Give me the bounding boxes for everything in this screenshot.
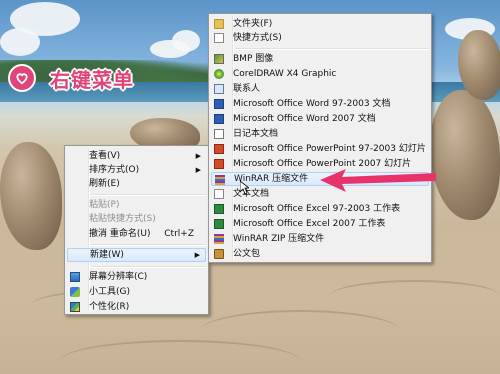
- gadgets-icon: [70, 287, 80, 297]
- menu-item-label: 撤消 重命名(U): [89, 229, 151, 239]
- menu-item-personalize[interactable]: 个性化(R): [67, 300, 206, 314]
- personalize-icon: [70, 302, 80, 312]
- submenu-arrow-icon: ▶: [194, 251, 200, 259]
- menu-item-label: 粘贴(P): [89, 200, 120, 210]
- submenu-item-ppt-97[interactable]: Microsoft Office PowerPoint 97-2003 幻灯片: [211, 142, 429, 156]
- new-submenu: 文件夹(F) 快捷方式(S) BMP 图像 CorelDRAW X4 Graph…: [208, 13, 432, 263]
- menu-separator: [91, 244, 206, 246]
- menu-item-screen-resolution[interactable]: 屏幕分辨率(C): [67, 270, 206, 284]
- menu-item-label: Microsoft Office Excel 97-2003 工作表: [233, 204, 401, 214]
- excel-xls-icon: [214, 204, 224, 214]
- word-doc-icon: [214, 99, 224, 109]
- submenu-item-winrar-zip[interactable]: WinRAR ZIP 压缩文件: [211, 232, 429, 246]
- menu-item-label: 查看(V): [89, 151, 121, 161]
- coreldraw-icon: [214, 69, 224, 79]
- menu-item-label: Microsoft Office Word 2007 文档: [233, 114, 376, 124]
- winrar-icon: [215, 175, 225, 185]
- page-title: 右键菜单: [50, 68, 134, 92]
- menu-item-label: 文本文档: [233, 189, 270, 199]
- menu-item-paste[interactable]: 粘贴(P): [67, 198, 206, 212]
- menu-item-label: WinRAR ZIP 压缩文件: [233, 234, 325, 244]
- submenu-item-excel-2007[interactable]: Microsoft Office Excel 2007 工作表: [211, 217, 429, 231]
- menu-item-label: 屏幕分辨率(C): [89, 272, 148, 282]
- menu-item-sort-by[interactable]: 排序方式(O) ▶: [67, 163, 206, 177]
- excel-xlsx-icon: [214, 219, 224, 229]
- menu-item-label: Microsoft Office Excel 2007 工作表: [233, 219, 386, 229]
- menu-item-label: Microsoft Office Word 97-2003 文档: [233, 99, 391, 109]
- winrar-zip-icon: [214, 234, 224, 244]
- word-docx-icon: [214, 114, 224, 124]
- submenu-item-briefcase[interactable]: 公文包: [211, 247, 429, 261]
- menu-separator: [91, 194, 206, 196]
- heart-icon: [8, 64, 36, 92]
- menu-item-label: 个性化(R): [89, 302, 130, 312]
- menu-item-undo-rename[interactable]: 撤消 重命名(U) Ctrl+Z: [67, 227, 206, 241]
- menu-item-label: 联系人: [233, 84, 261, 94]
- briefcase-icon: [214, 249, 224, 259]
- menu-item-label: 粘贴快捷方式(S): [89, 214, 156, 224]
- menu-item-label: 新建(W): [90, 250, 124, 260]
- submenu-item-excel-97[interactable]: Microsoft Office Excel 97-2003 工作表: [211, 202, 429, 216]
- pptx-icon: [214, 159, 224, 169]
- submenu-item-journal[interactable]: 日记本文档: [211, 127, 429, 141]
- menu-item-view[interactable]: 查看(V) ▶: [67, 149, 206, 163]
- mouse-cursor-icon: [240, 181, 249, 195]
- submenu-item-bmp[interactable]: BMP 图像: [211, 52, 429, 66]
- menu-item-label: 日记本文档: [233, 129, 279, 139]
- menu-item-gadgets[interactable]: 小工具(G): [67, 285, 206, 299]
- display-icon: [70, 272, 80, 282]
- menu-item-refresh[interactable]: 刷新(E): [67, 177, 206, 191]
- menu-item-paste-shortcut[interactable]: 粘贴快捷方式(S): [67, 212, 206, 226]
- submenu-item-coreldraw[interactable]: CorelDRAW X4 Graphic: [211, 67, 429, 81]
- menu-item-label: 文件夹(F): [233, 19, 273, 29]
- ppt-icon: [214, 144, 224, 154]
- submenu-item-contact[interactable]: 联系人: [211, 82, 429, 96]
- menu-item-label: 小工具(G): [89, 287, 130, 297]
- menu-item-label: 刷新(E): [89, 179, 120, 189]
- submenu-item-shortcut[interactable]: 快捷方式(S): [211, 31, 429, 45]
- text-doc-icon: [214, 189, 224, 199]
- menu-item-label: Microsoft Office PowerPoint 97-2003 幻灯片: [233, 144, 426, 154]
- menu-separator: [91, 266, 206, 268]
- menu-item-label: 排序方式(O): [89, 165, 140, 175]
- desktop-context-menu: 查看(V) ▶ 排序方式(O) ▶ 刷新(E) 粘贴(P) 粘贴快捷方式(S) …: [64, 145, 209, 315]
- folder-icon: [214, 19, 224, 29]
- menu-item-label: BMP 图像: [233, 54, 274, 64]
- submenu-item-word-97[interactable]: Microsoft Office Word 97-2003 文档: [211, 97, 429, 111]
- submenu-arrow-icon: ▶: [195, 166, 201, 174]
- contact-icon: [214, 84, 224, 94]
- submenu-item-folder[interactable]: 文件夹(F): [211, 17, 429, 31]
- callout-arrow-icon: [320, 169, 436, 192]
- journal-icon: [214, 129, 224, 139]
- shortcut-icon: [214, 33, 224, 43]
- submenu-item-word-2007[interactable]: Microsoft Office Word 2007 文档: [211, 112, 429, 126]
- menu-separator: [235, 48, 429, 50]
- menu-item-label: 公文包: [233, 249, 261, 259]
- submenu-arrow-icon: ▶: [195, 152, 201, 160]
- shortcut-label: Ctrl+Z: [164, 229, 194, 239]
- bmp-image-icon: [214, 54, 224, 64]
- menu-item-new[interactable]: 新建(W) ▶: [67, 248, 206, 262]
- menu-item-label: 快捷方式(S): [233, 33, 282, 43]
- menu-item-label: CorelDRAW X4 Graphic: [233, 69, 337, 79]
